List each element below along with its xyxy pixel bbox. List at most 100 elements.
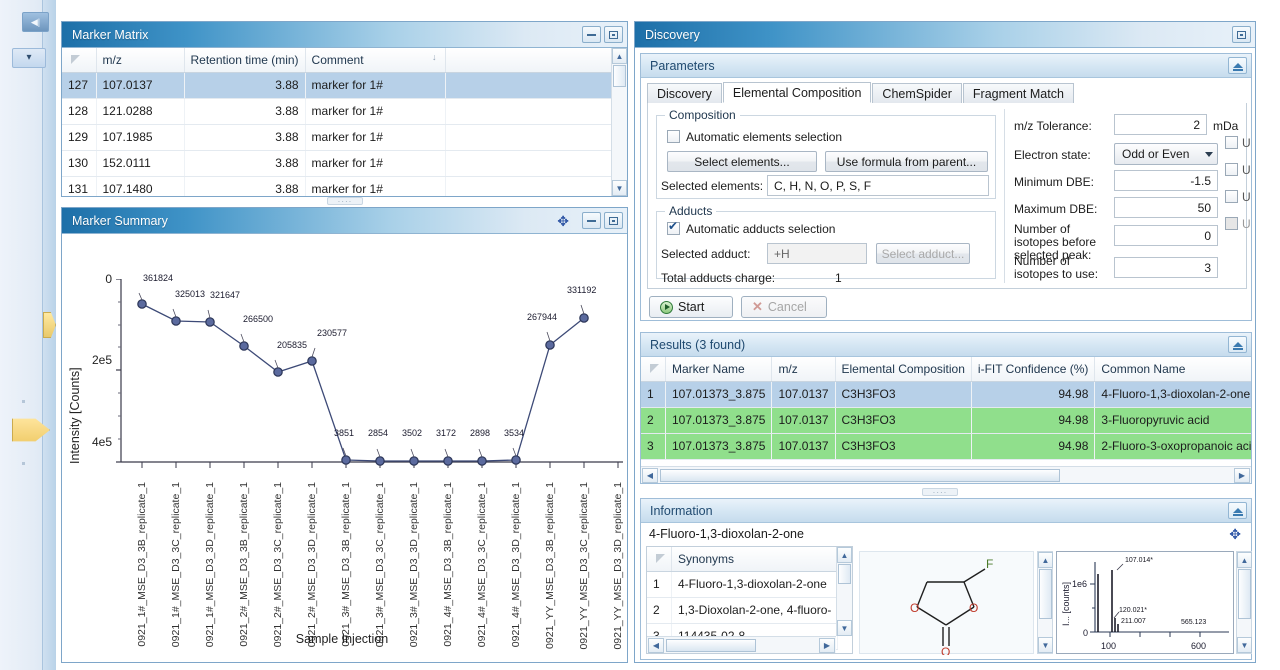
minimum-dbe-field[interactable]: -1.5 <box>1114 170 1218 191</box>
list-item[interactable]: 2 1,3-Dioxolan-2-one, 4-fluoro- <box>647 597 838 623</box>
vertical-splitter-handle[interactable]: ···· <box>327 197 363 205</box>
atom-label-o: O <box>910 601 919 615</box>
scroll-up-button[interactable]: ▲ <box>1038 552 1053 568</box>
synonyms-hscrollbar[interactable]: ◀ ▶ <box>647 636 836 653</box>
marker-matrix-vscrollbar[interactable]: ▲ ▼ <box>611 48 627 196</box>
tab-fragment-match[interactable]: Fragment Match <box>963 83 1074 103</box>
x-tick-label: 0921_3#_MSE_D3_3D_replicate_1 <box>408 482 420 647</box>
use-formula-from-parent-button[interactable]: Use formula from parent... <box>825 151 988 172</box>
scroll-thumb[interactable] <box>1039 569 1052 619</box>
scroll-left-button[interactable]: ◀ <box>642 468 658 483</box>
select-elements-button[interactable]: Select elements... <box>667 151 817 172</box>
tab-discovery[interactable]: Discovery <box>647 83 722 103</box>
cell-rt: 3.88 <box>184 98 305 124</box>
table-header-row: Marker Name m/z Elemental Composition i-… <box>641 357 1251 381</box>
marker-summary-titlebar[interactable]: Marker Summary ✥ <box>62 208 627 234</box>
discovery-titlebar[interactable]: Discovery <box>635 22 1255 48</box>
table-row[interactable]: 127 107.0137 3.88 marker for 1# <box>62 72 613 98</box>
table-row[interactable]: 130 152.0111 3.88 marker for 1# <box>62 150 613 176</box>
structure-vscrollbar[interactable]: ▲ ▼ <box>1037 551 1053 654</box>
information-collapse-button[interactable] <box>1228 502 1247 519</box>
selected-elements-field[interactable]: C, H, N, O, P, S, F <box>767 175 989 196</box>
cell-mz: 107.1985 <box>96 124 184 150</box>
structure-viewer[interactable]: O O O F <box>859 551 1034 654</box>
clipped-option-checkbox[interactable] <box>1225 217 1238 230</box>
marker-summary-restore-button[interactable] <box>604 212 623 229</box>
table-row[interactable]: 129 107.1985 3.88 marker for 1# <box>62 124 613 150</box>
table-row[interactable]: 1 107.01373_3.875 107.0137 C3H3FO3 94.98… <box>641 381 1251 407</box>
selected-adduct-field[interactable]: +H <box>767 243 867 264</box>
electron-state-select[interactable]: Odd or Even <box>1114 143 1218 165</box>
table-row[interactable]: 2 107.01373_3.875 107.0137 C3H3FO3 94.98… <box>641 407 1251 433</box>
automatic-adducts-checkbox[interactable] <box>667 222 680 235</box>
isotopes-before-field[interactable]: 0 <box>1114 225 1218 246</box>
selected-elements-value: C, H, N, O, P, S, F <box>774 179 871 193</box>
parameters-collapse-button[interactable] <box>1228 57 1247 74</box>
marker-summary-minimize-button[interactable] <box>582 212 601 229</box>
scroll-left-button[interactable]: ◀ <box>648 638 664 653</box>
scroll-down-button[interactable]: ▼ <box>1038 637 1053 653</box>
move-icon[interactable]: ✥ <box>557 214 569 228</box>
col-retention-time[interactable]: Retention time (min) <box>184 48 305 72</box>
col-blank[interactable] <box>445 48 612 72</box>
col-mz[interactable]: m/z <box>96 48 184 72</box>
scroll-up-button[interactable]: ▲ <box>837 547 852 563</box>
select-all-corner[interactable] <box>62 48 96 72</box>
scroll-thumb[interactable] <box>838 564 851 584</box>
col-common-name[interactable]: Common Name <box>1095 357 1251 381</box>
table-row[interactable]: 128 121.0288 3.88 marker for 1# <box>62 98 613 124</box>
start-button[interactable]: Start <box>649 296 733 318</box>
select-all-corner[interactable] <box>641 357 666 381</box>
table-row[interactable]: 131 107.1480 3.88 marker for 1# <box>62 176 613 196</box>
spectrum-viewer[interactable]: 107.014* 120.021* 211.007 565.123 1e6 0 … <box>1056 551 1234 654</box>
discovery-restore-button[interactable] <box>1232 26 1251 43</box>
spectrum-svg: 107.014* 120.021* 211.007 565.123 1e6 0 … <box>1057 552 1235 655</box>
results-collapse-button[interactable] <box>1228 336 1247 353</box>
list-item[interactable]: 1 4-Fluoro-1,3-dioxolan-2-one <box>647 571 838 597</box>
selected-adduct-value: +H <box>774 247 790 261</box>
chevron-down-icon <box>1205 152 1213 157</box>
table-row[interactable]: 3 107.01373_3.875 107.0137 C3H3FO3 94.98… <box>641 433 1251 459</box>
results-info-splitter[interactable]: ···· <box>922 488 958 496</box>
maximum-dbe-field[interactable]: 50 <box>1114 197 1218 218</box>
marker-matrix-restore-button[interactable] <box>604 26 623 43</box>
scroll-thumb[interactable] <box>613 65 626 87</box>
mz-tolerance-field[interactable]: 2 <box>1114 114 1207 135</box>
scroll-down-button[interactable]: ▼ <box>1237 637 1252 653</box>
scroll-thumb[interactable] <box>666 639 756 652</box>
col-mz[interactable]: m/z <box>772 357 835 381</box>
scroll-up-button[interactable]: ▲ <box>612 48 627 64</box>
automatic-elements-checkbox[interactable] <box>667 130 680 143</box>
results-hscrollbar[interactable]: ◀ ▶ <box>641 466 1251 483</box>
clipped-option-checkbox[interactable] <box>1225 163 1238 176</box>
scroll-down-button[interactable]: ▼ <box>612 180 627 196</box>
rail-dropdown-button[interactable]: ▾ <box>12 48 46 68</box>
clipped-option-checkbox[interactable] <box>1225 190 1238 203</box>
select-adduct-button[interactable]: Select adduct... <box>876 243 970 264</box>
scroll-right-button[interactable]: ▶ <box>1234 468 1250 483</box>
scroll-thumb[interactable] <box>660 469 1060 482</box>
tab-elemental-composition[interactable]: Elemental Composition <box>723 82 872 103</box>
col-synonyms[interactable]: Synonyms <box>672 547 838 571</box>
col-ifit-confidence[interactable]: i-FIT Confidence (%) <box>971 357 1094 381</box>
cancel-button[interactable]: ✕ Cancel <box>741 296 827 318</box>
col-marker-name[interactable]: Marker Name <box>666 357 772 381</box>
scroll-up-button[interactable]: ▲ <box>1237 552 1252 568</box>
scroll-down-button[interactable]: ▼ <box>837 620 852 636</box>
col-comment[interactable]: Comment ↓ <box>305 48 445 72</box>
col-elemental-composition[interactable]: Elemental Composition <box>835 357 971 381</box>
synonyms-vscrollbar[interactable]: ▲ ▼ <box>836 547 852 636</box>
spectrum-y-axis-label: I... [counts] <box>1061 582 1071 626</box>
scroll-thumb[interactable] <box>1238 569 1251 619</box>
scroll-right-button[interactable]: ▶ <box>819 638 835 653</box>
isotopes-to-use-field[interactable]: 3 <box>1114 257 1218 278</box>
tab-chemspider[interactable]: ChemSpider <box>872 83 961 103</box>
select-all-corner[interactable] <box>647 547 672 571</box>
x-tick-label: 0921_1#_MSE_D3_3D_replicate_1 <box>204 482 216 647</box>
clipped-option-checkbox[interactable] <box>1225 136 1238 149</box>
rail-collapse-button[interactable]: ◀| <box>22 12 49 32</box>
marker-matrix-minimize-button[interactable] <box>582 26 601 43</box>
marker-matrix-titlebar[interactable]: Marker Matrix <box>62 22 627 48</box>
move-icon[interactable]: ✥ <box>1229 527 1241 541</box>
spectrum-vscrollbar[interactable]: ▲ ▼ <box>1236 551 1252 654</box>
